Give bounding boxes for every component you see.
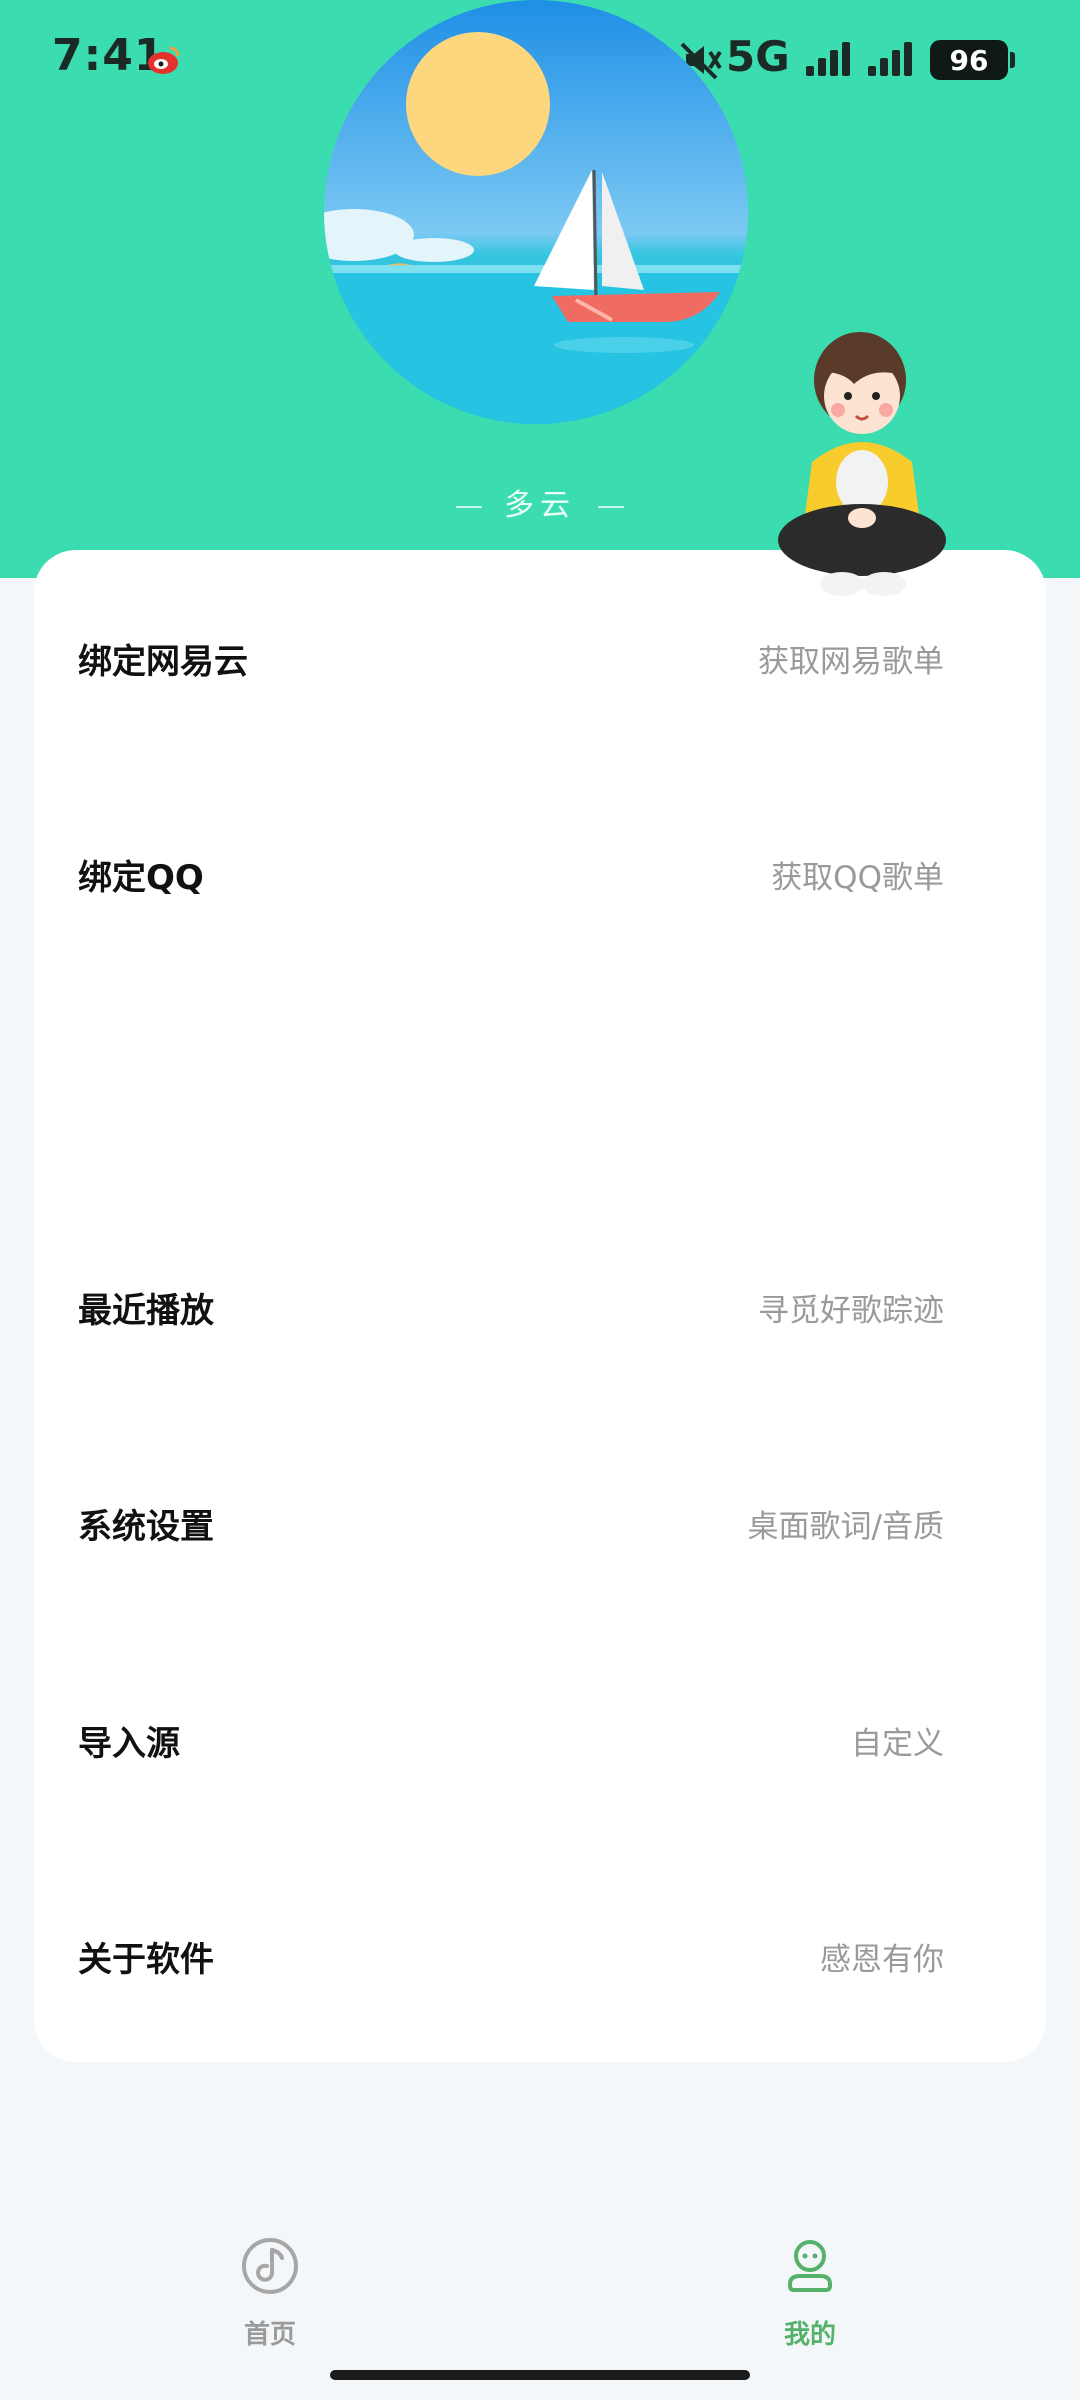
menu-item-recent[interactable]: 最近播放 寻觅好歌踪迹 [34,1249,1046,1369]
menu-item-subtitle: 感恩有你 [820,1942,944,1978]
menu-item-about[interactable]: 关于软件 感恩有你 [34,1898,1046,2018]
tab-home-label: 首页 [243,2320,296,2350]
menu-item-subtitle: 寻觅好歌踪迹 [758,1293,944,1329]
menu-item-import-source[interactable]: 导入源 自定义 [34,1682,1046,1802]
user-icon [788,2240,832,2292]
divider [456,505,482,508]
menu-item-qq[interactable]: 绑定QQ 获取QQ歌单 [34,816,1046,936]
menu-item-subtitle: 获取QQ歌单 [771,860,944,896]
menu-item-title: 绑定QQ [78,858,204,898]
weibo-icon [148,46,180,74]
character-mascot [778,332,946,596]
battery-indicator: 96 [930,40,1008,80]
signal-icon [868,42,912,76]
weather-illustration [324,0,748,424]
music-disc-icon [242,2238,298,2294]
menu-item-title: 最近播放 [78,1291,214,1331]
tab-home[interactable]: 首页 [190,2234,350,2364]
menu-item-title: 导入源 [78,1724,180,1764]
home-indicator [330,2370,750,2380]
menu-item-title: 绑定网易云 [78,642,248,682]
menu-card: 绑定网易云 获取网易歌单 绑定QQ 获取QQ歌单 最近播放 寻觅好歌踪迹 系统设… [34,550,1046,2062]
menu-item-netease[interactable]: 绑定网易云 获取网易歌单 [34,600,1046,720]
menu-item-title: 系统设置 [78,1507,214,1547]
battery-tip [1010,52,1015,68]
weather-text: 多云 [504,488,576,523]
menu-item-subtitle: 自定义 [851,1726,944,1762]
battery-level: 96 [949,43,989,77]
menu-item-subtitle: 获取网易歌单 [758,644,944,680]
divider [598,505,624,508]
tab-mine[interactable]: 我的 [730,2234,890,2364]
menu-item-title: 关于软件 [78,1940,214,1980]
tab-mine-label: 我的 [783,2320,836,2350]
signal-icon [806,42,850,76]
menu-item-settings[interactable]: 系统设置 桌面歌词/音质 [34,1465,1046,1585]
menu-item-subtitle: 桌面歌词/音质 [747,1509,944,1545]
